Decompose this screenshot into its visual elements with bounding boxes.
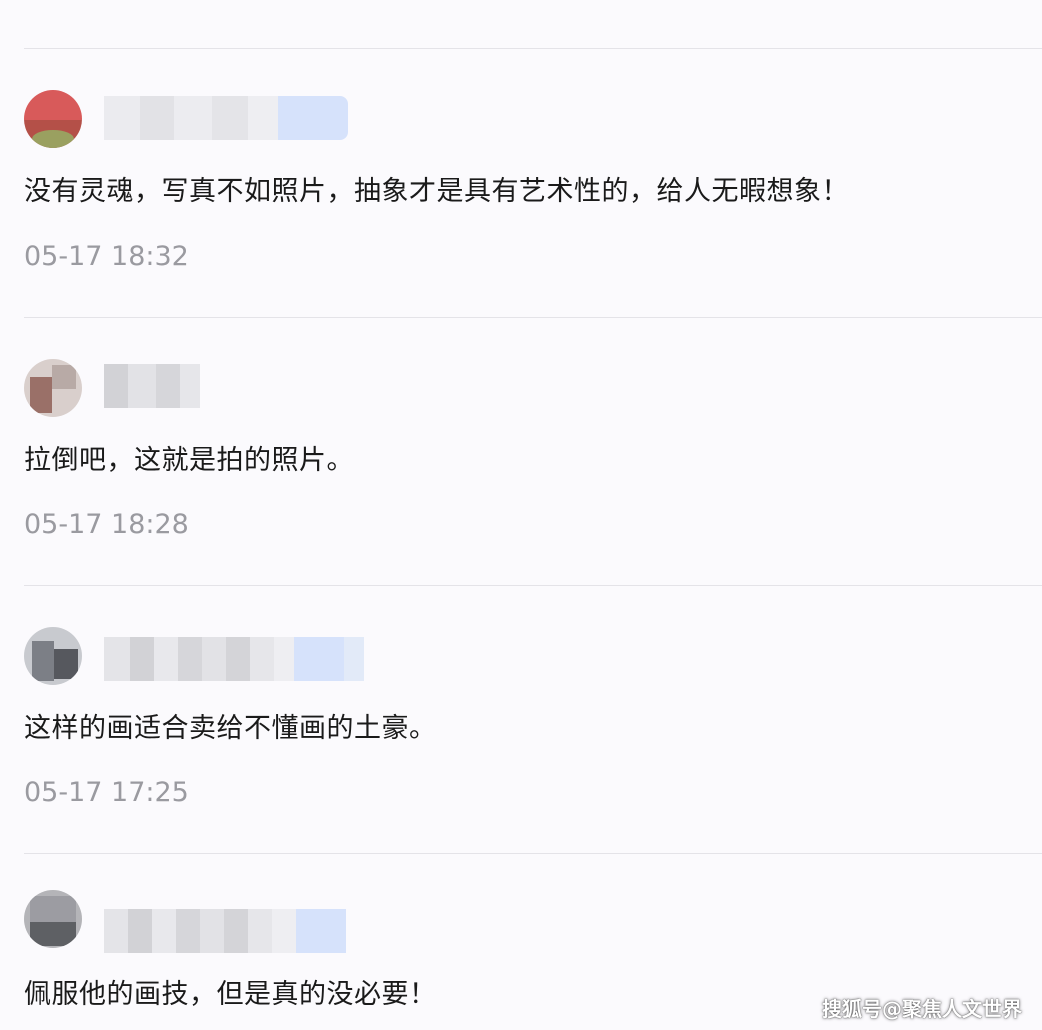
comment-text: 这样的画适合卖给不懂画的土豪。 — [24, 713, 437, 744]
top-divider — [24, 48, 1042, 49]
username-blurred[interactable] — [104, 909, 346, 953]
comment-time: 05-17 18:28 — [24, 509, 189, 540]
comment-text: 佩服他的画技，但是真的没必要！ — [24, 979, 437, 1010]
comment-divider — [24, 585, 1042, 586]
user-avatar[interactable] — [24, 359, 82, 417]
username-blurred[interactable] — [104, 364, 200, 408]
comment-text: 拉倒吧，这就是拍的照片。 — [24, 445, 354, 476]
comment-time: 05-17 17:25 — [24, 777, 189, 808]
comment-time: 05-17 18:32 — [24, 241, 189, 272]
comment-divider — [24, 853, 1042, 854]
user-avatar[interactable] — [24, 627, 82, 685]
comment-divider — [24, 317, 1042, 318]
username-blurred[interactable] — [104, 96, 348, 140]
user-avatar[interactable] — [24, 90, 82, 148]
username-blurred[interactable] — [104, 637, 364, 681]
source-watermark: 搜狐号@聚焦人文世界 — [822, 997, 1022, 1021]
user-avatar[interactable] — [24, 890, 82, 948]
comment-text: 没有灵魂，写真不如照片，抽象才是具有艺术性的，给人无暇想象！ — [24, 176, 849, 207]
